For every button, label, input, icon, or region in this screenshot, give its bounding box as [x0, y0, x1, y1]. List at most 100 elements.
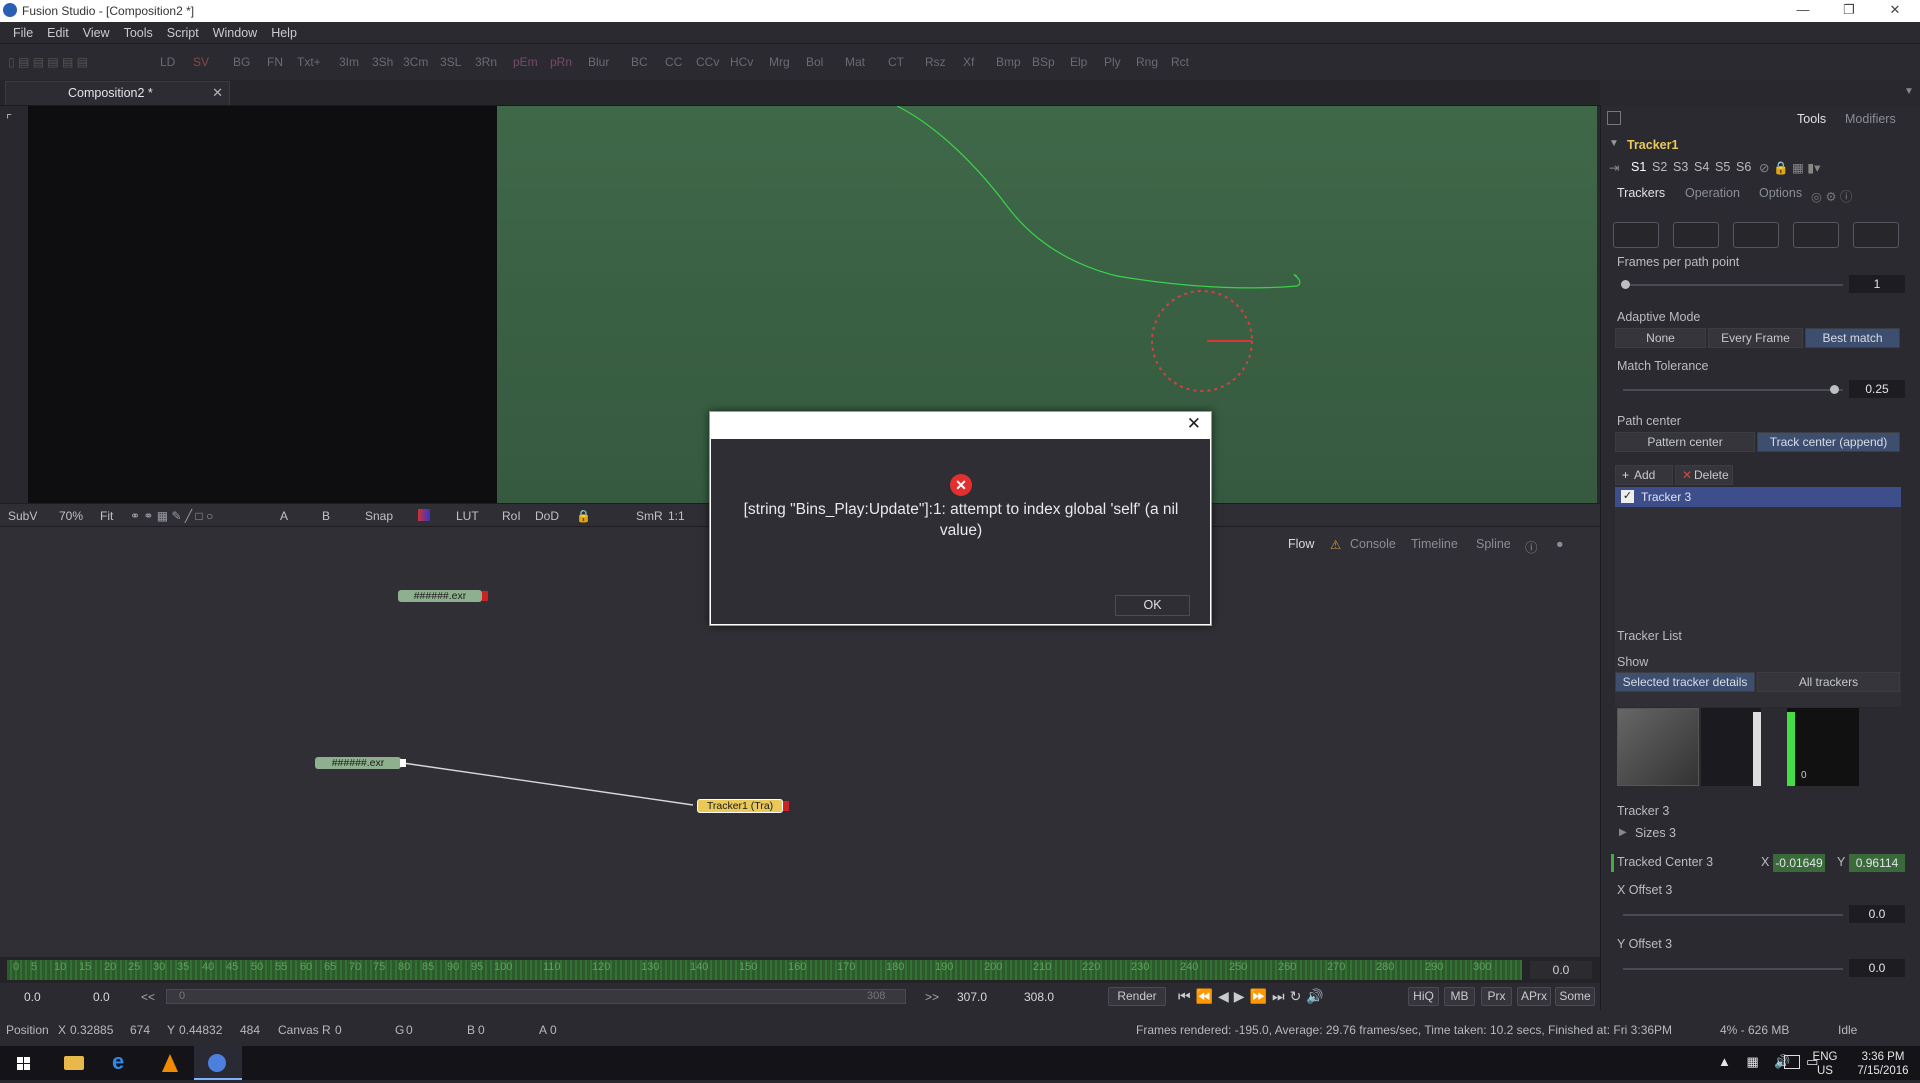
range-slider[interactable]: 0 308: [166, 989, 906, 1004]
tracker-node[interactable]: Tracker1 (Tra): [697, 799, 783, 813]
system-tray-icons[interactable]: ▲ ▦ 🔊 ▭: [1718, 1055, 1824, 1069]
node-output-port[interactable]: [400, 759, 406, 767]
left-viewer[interactable]: [28, 106, 497, 503]
menu-script[interactable]: Script: [160, 22, 206, 40]
show-selected-details[interactable]: Selected tracker details: [1615, 672, 1755, 692]
menu-view[interactable]: View: [76, 22, 117, 40]
global-end-field[interactable]: 308.0: [1024, 990, 1054, 1004]
tracked-center-x[interactable]: -0.01649: [1773, 854, 1825, 872]
file-explorer-icon[interactable]: [50, 1046, 98, 1080]
ruler-track[interactable]: 0 5 10 15 20 25 30 35 40 45 50 55 60 65 …: [7, 960, 1522, 980]
delete-tracker-button[interactable]: ✕ Delete: [1675, 465, 1733, 485]
next-range-button[interactable]: >>: [925, 990, 939, 1004]
track-reverse-icon[interactable]: [1613, 222, 1659, 248]
tool-btn-pem[interactable]: pEm: [513, 55, 538, 69]
start-button[interactable]: [0, 1046, 48, 1080]
tool-btn-txt[interactable]: Txt+: [297, 55, 321, 69]
track-from-frame-icon[interactable]: [1853, 222, 1899, 248]
clock[interactable]: 3:36 PM 7/15/2016: [1852, 1050, 1914, 1078]
lut-dropdown[interactable]: LUT: [456, 509, 479, 523]
dod-button[interactable]: DoD: [535, 509, 559, 523]
tab-menu-chevron-icon[interactable]: ▼: [1904, 86, 1914, 97]
slot-s3[interactable]: S3: [1673, 160, 1688, 174]
subtab-trackers[interactable]: Trackers: [1617, 186, 1665, 200]
slot-s5[interactable]: S5: [1715, 160, 1730, 174]
tab-tools[interactable]: Tools: [1797, 112, 1826, 126]
track-back-icon[interactable]: [1673, 222, 1719, 248]
loader-node-1[interactable]: ######.exr: [398, 590, 482, 602]
tracker-enabled-checkbox[interactable]: ✓: [1621, 490, 1634, 503]
ok-button[interactable]: OK: [1115, 595, 1190, 616]
frames-per-path-field[interactable]: 1: [1849, 275, 1905, 293]
path-center-pattern[interactable]: Pattern center: [1615, 432, 1755, 452]
tool-btn-blur[interactable]: Blur: [588, 55, 609, 69]
subtab-options[interactable]: Options: [1759, 186, 1802, 200]
viewer-tool-icons[interactable]: ⚭ ⚭ ▦ ✎ ╱ □ ○: [130, 509, 213, 523]
tracked-center-y[interactable]: 0.96114: [1849, 854, 1905, 872]
restore-button[interactable]: ❐: [1826, 0, 1872, 22]
y-offset-slider[interactable]: [1623, 968, 1843, 970]
x-offset-field[interactable]: 0.0: [1849, 905, 1905, 923]
render-button[interactable]: Render: [1108, 987, 1166, 1006]
current-time-field[interactable]: 0.0: [1530, 961, 1592, 979]
hiq-button[interactable]: HiQ: [1408, 987, 1439, 1006]
global-start-field[interactable]: 0.0: [24, 990, 41, 1004]
frames-per-path-knob[interactable]: [1621, 280, 1630, 289]
fusion-taskbar-icon[interactable]: [194, 1046, 242, 1080]
tool-btn-3im[interactable]: 3Im: [339, 55, 359, 69]
edge-browser-icon[interactable]: e: [98, 1046, 146, 1080]
sizes-expand-icon[interactable]: ▶: [1619, 827, 1627, 838]
loader-node-2[interactable]: ######.exr: [315, 757, 401, 769]
tool-btn-rng[interactable]: Rng: [1136, 55, 1158, 69]
match-tolerance-knob[interactable]: [1830, 385, 1839, 394]
tool-expand-chevron-icon[interactable]: ▼: [1609, 138, 1619, 149]
tool-btn-3sl[interactable]: 3SL: [440, 55, 461, 69]
tool-btn-rct[interactable]: Rct: [1171, 55, 1189, 69]
time-ruler[interactable]: 0 5 10 15 20 25 30 35 40 45 50 55 60 65 …: [0, 957, 1600, 983]
tool-btn-bg[interactable]: BG: [233, 55, 250, 69]
match-tolerance-slider[interactable]: [1623, 389, 1843, 391]
prev-range-button[interactable]: <<: [141, 990, 155, 1004]
tool-name[interactable]: Tracker1: [1627, 138, 1678, 152]
match-tolerance-field[interactable]: 0.25: [1849, 380, 1905, 398]
notification-icon[interactable]: [1784, 1055, 1800, 1069]
menu-tools[interactable]: Tools: [117, 22, 160, 40]
playback-controls-icons[interactable]: ⏮⏪◀▶⏩⏭↻🔊: [1178, 988, 1329, 1005]
add-tracker-button[interactable]: + Add: [1615, 465, 1673, 485]
path-center-track[interactable]: Track center (append): [1757, 432, 1900, 452]
slot-s6[interactable]: S6: [1736, 160, 1751, 174]
menu-file[interactable]: File: [0, 22, 40, 40]
tool-btn-bmp[interactable]: Bmp: [996, 55, 1021, 69]
vlc-icon[interactable]: [146, 1046, 194, 1080]
adaptive-every-frame[interactable]: Every Frame: [1708, 328, 1803, 348]
tool-btn-mrg[interactable]: Mrg: [769, 55, 790, 69]
tool-btn-cc[interactable]: CC: [665, 55, 682, 69]
tool-btn-rsz[interactable]: Rsz: [925, 55, 946, 69]
tool-btn-3cm[interactable]: 3Cm: [403, 55, 428, 69]
minimize-button[interactable]: —: [1780, 0, 1826, 22]
mb-button[interactable]: MB: [1444, 987, 1475, 1006]
sizes-label[interactable]: Sizes 3: [1635, 826, 1676, 840]
ratio-button[interactable]: 1:1: [668, 509, 685, 523]
collapse-panel-icon[interactable]: [1607, 111, 1621, 125]
some-button[interactable]: Some: [1555, 987, 1595, 1006]
node-output-port[interactable]: [783, 801, 789, 811]
tool-btn-3rn[interactable]: 3Rn: [475, 55, 497, 69]
tool-btn-sv[interactable]: SV: [193, 55, 209, 69]
fit-button[interactable]: Fit: [100, 509, 113, 523]
close-tab-icon[interactable]: ✕: [212, 85, 223, 101]
smr-button[interactable]: SmR: [636, 509, 663, 523]
tab-composition2[interactable]: Composition2 * ✕: [5, 81, 230, 105]
pin-icon[interactable]: ⇥: [1609, 160, 1619, 175]
tool-btn-elp[interactable]: Elp: [1070, 55, 1087, 69]
render-start-field[interactable]: 0.0: [93, 990, 110, 1004]
snap-dropdown[interactable]: Snap: [365, 509, 393, 523]
adaptive-best-match[interactable]: Best match: [1805, 328, 1900, 348]
slot-s4[interactable]: S4: [1694, 160, 1709, 174]
adaptive-none[interactable]: None: [1615, 328, 1706, 348]
tool-btn-ld[interactable]: LD: [160, 55, 175, 69]
render-end-field[interactable]: 307.0: [957, 990, 987, 1004]
lock-icon[interactable]: 🔒: [576, 509, 591, 523]
b-button[interactable]: B: [322, 509, 330, 523]
language-indicator[interactable]: ENG US: [1810, 1050, 1840, 1078]
